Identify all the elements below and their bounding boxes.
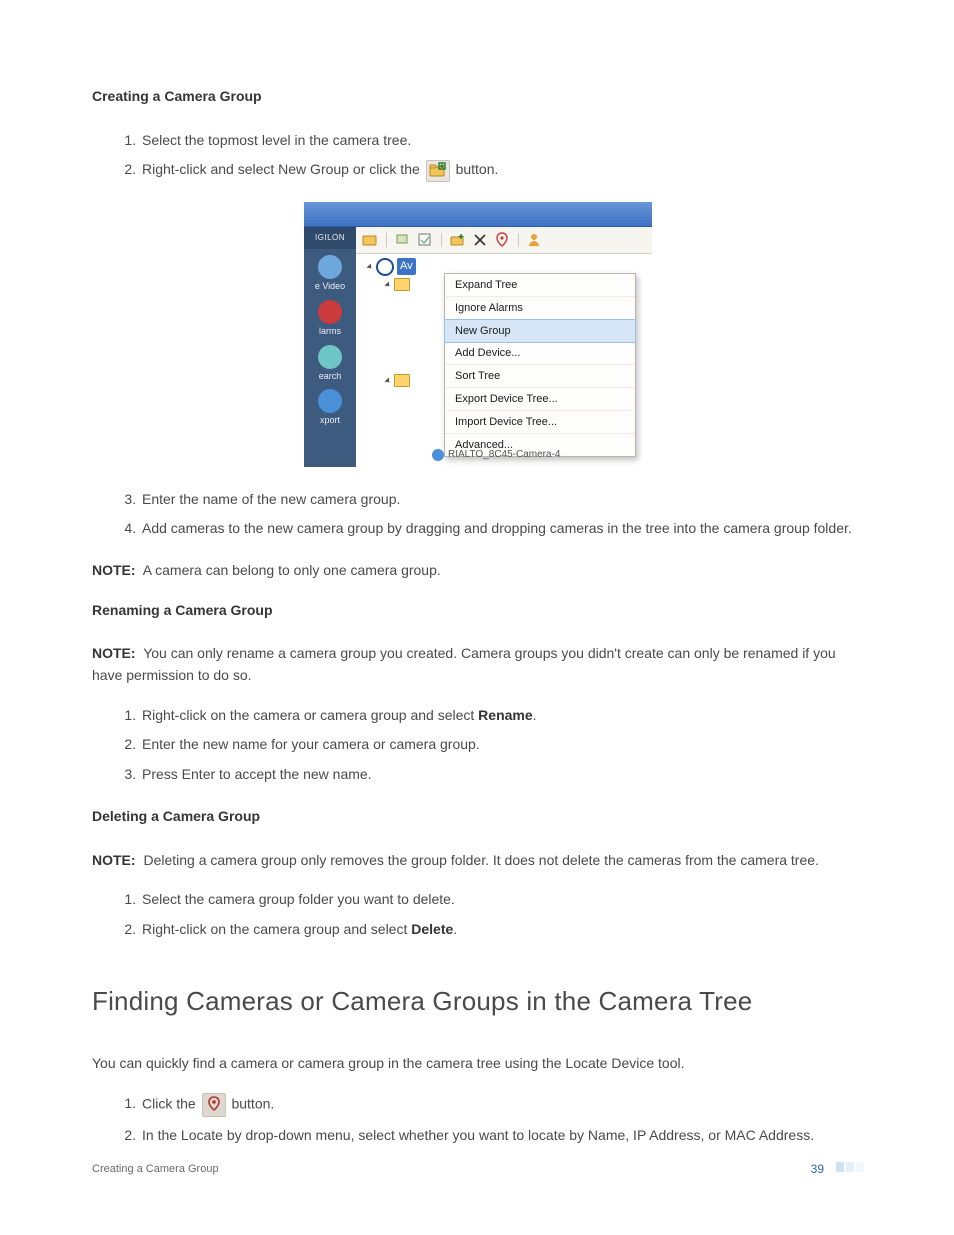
creating-steps: Select the topmost level in the camera t… [92, 130, 864, 182]
list-item: Select the camera group folder you want … [140, 889, 864, 911]
camera-icon [432, 449, 444, 461]
list-item: Select the topmost level in the camera t… [140, 130, 864, 152]
note-deleting: NOTE: Deleting a camera group only remov… [92, 850, 864, 872]
bold-rename: Rename [478, 707, 532, 723]
camera-label: RIALTO_8C45-Camera-4 [448, 447, 560, 463]
page-footer: Creating a Camera Group 39 [92, 1160, 864, 1179]
sidebar-search-icon [318, 345, 342, 369]
list-item: Enter the new name for your camera or ca… [140, 734, 864, 756]
heading-deleting: Deleting a Camera Group [92, 806, 864, 828]
menu-item-export-tree[interactable]: Export Device Tree... [445, 388, 635, 411]
sidebar-item-label: e Video [304, 280, 356, 294]
text: . [533, 707, 537, 723]
menu-item-add-device[interactable]: Add Device... [445, 342, 635, 365]
sidebar-item-label: earch [304, 370, 356, 384]
folder-icon [394, 374, 410, 387]
user-icon [527, 232, 543, 248]
menu-item-expand-tree[interactable]: Expand Tree [445, 274, 635, 297]
heading-renaming: Renaming a Camera Group [92, 600, 864, 622]
context-menu-screenshot: IGILON e Video larms earch xport [304, 202, 652, 467]
text: button. [231, 1095, 274, 1111]
avigilon-node-icon [376, 258, 394, 276]
note-renaming: NOTE: You can only rename a camera group… [92, 643, 864, 686]
sidebar-alarms-icon [318, 300, 342, 324]
sidebar-export-icon [318, 389, 342, 413]
tree-panel: Av Expand Tree Ignore Alarms New Group A… [356, 227, 652, 467]
finding-steps: Click the button. In the Locate by drop-… [92, 1093, 864, 1147]
menu-item-new-group[interactable]: New Group [444, 319, 636, 343]
note-text: You can only rename a camera group you c… [92, 645, 836, 683]
sidebar-item-label: xport [304, 414, 356, 428]
menu-item-sort-tree[interactable]: Sort Tree [445, 365, 635, 388]
sidebar-video-icon [318, 255, 342, 279]
note-text: A camera can belong to only one camera g… [143, 562, 441, 578]
locate-icon [494, 232, 510, 248]
footer-left: Creating a Camera Group [92, 1161, 219, 1178]
creating-steps-cont: Enter the name of the new camera group. … [92, 489, 864, 540]
camera-tree-row: RIALTO_8C45-Camera-4 [432, 447, 560, 463]
new-group-icon [450, 232, 466, 248]
context-menu: Expand Tree Ignore Alarms New Group Add … [444, 273, 636, 457]
heading-creating: Creating a Camera Group [92, 86, 864, 108]
page-number: 39 [811, 1160, 824, 1179]
list-item: Right-click and select New Group or clic… [140, 159, 864, 181]
new-group-folder-icon [426, 160, 450, 182]
text: button. [456, 161, 499, 177]
brand-label: IGILON [304, 227, 356, 249]
checkbox-icon [417, 232, 433, 248]
locate-device-icon [202, 1093, 226, 1117]
renaming-steps: Right-click on the camera or camera grou… [92, 705, 864, 786]
finding-intro: You can quickly find a camera or camera … [92, 1053, 864, 1075]
list-item: Right-click on the camera group and sele… [140, 919, 864, 941]
list-item: Click the button. [140, 1093, 864, 1117]
menu-item-import-tree[interactable]: Import Device Tree... [445, 411, 635, 434]
note-text: Deleting a camera group only removes the… [143, 852, 818, 868]
list-item: In the Locate by drop-down menu, select … [140, 1125, 864, 1147]
device-icon [395, 232, 411, 248]
note-creating: NOTE: A camera can belong to only one ca… [92, 560, 864, 582]
text: . [453, 921, 457, 937]
page: Creating a Camera Group Select the topmo… [0, 0, 954, 1235]
tree-node-label: Av [397, 258, 416, 275]
text: Click the [142, 1095, 200, 1111]
window-titlebar [304, 202, 652, 227]
text: Right-click on the camera or camera grou… [142, 707, 478, 723]
text: Right-click and select New Group or clic… [142, 161, 424, 177]
app-sidebar: IGILON e Video larms earch xport [304, 227, 356, 467]
note-label: NOTE: [92, 852, 136, 868]
folder-icon [394, 278, 410, 291]
folder-icon [362, 232, 378, 248]
sidebar-item-label: larms [304, 325, 356, 339]
tree-toolbar [356, 227, 652, 254]
note-label: NOTE: [92, 645, 136, 661]
list-item: Add cameras to the new camera group by d… [140, 518, 864, 540]
note-label: NOTE: [92, 562, 136, 578]
heading-finding: Finding Cameras or Camera Groups in the … [92, 981, 864, 1021]
footer-decoration [834, 1161, 864, 1178]
list-item: Press Enter to accept the new name. [140, 764, 864, 786]
menu-item-ignore-alarms[interactable]: Ignore Alarms [445, 297, 635, 320]
deleting-steps: Select the camera group folder you want … [92, 889, 864, 940]
delete-icon [472, 232, 488, 248]
text: Right-click on the camera group and sele… [142, 921, 411, 937]
list-item: Enter the name of the new camera group. [140, 489, 864, 511]
bold-delete: Delete [411, 921, 453, 937]
list-item: Right-click on the camera or camera grou… [140, 705, 864, 727]
